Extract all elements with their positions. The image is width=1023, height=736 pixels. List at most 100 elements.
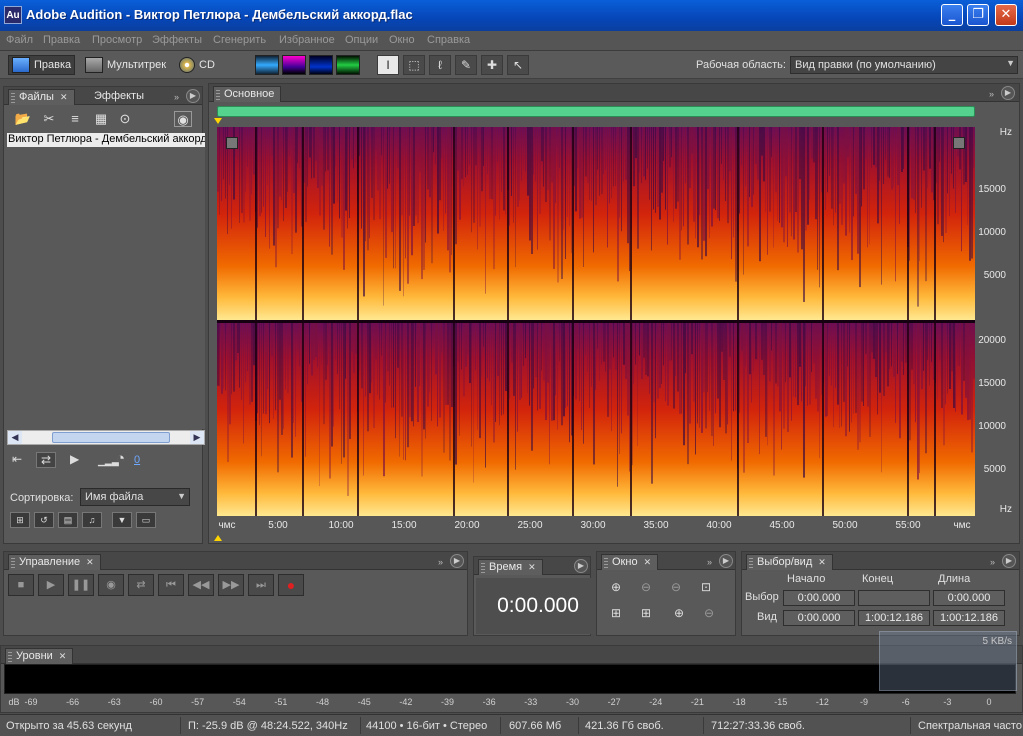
selection-start-field[interactable]: 0:00.000 <box>783 590 855 606</box>
play-button[interactable]: ▶ <box>38 574 64 596</box>
close-icon[interactable]: ✕ <box>644 557 652 567</box>
menu-generate[interactable]: Сгенерить <box>213 34 266 46</box>
menu-effects[interactable]: Эффекты <box>152 34 202 46</box>
tab-main[interactable]: Основное <box>213 86 282 102</box>
panel-menu-icon[interactable]: ▶ <box>574 559 588 573</box>
zoom-selection-icon[interactable]: ⊡ <box>695 577 717 597</box>
tab-zoom[interactable]: Окно ✕ <box>601 554 659 570</box>
cd-mode-button[interactable]: CD <box>176 55 218 75</box>
filter-cd-icon[interactable]: ▭ <box>136 512 156 528</box>
zoom-corner-right-icon[interactable] <box>953 137 965 149</box>
lasso-tool-icon[interactable]: ℓ <box>429 55 451 75</box>
panel-menu-icon[interactable]: ▶ <box>450 554 464 568</box>
filter-audio-icon[interactable]: ⊞ <box>10 512 30 528</box>
volume-value[interactable]: 0 <box>134 454 140 466</box>
stop-button[interactable]: ■ <box>8 574 34 596</box>
expand-icon[interactable]: » <box>989 89 994 99</box>
panel-menu-icon[interactable]: ▶ <box>1002 554 1016 568</box>
tab-files[interactable]: Файлы ✕ <box>8 89 75 105</box>
minimize-button[interactable]: _ <box>941 4 963 26</box>
repeat-icon[interactable]: ⇄ <box>36 452 57 468</box>
menu-edit[interactable]: Правка <box>43 34 80 46</box>
tab-effects[interactable]: Эффекты <box>84 89 150 105</box>
zoom-in-vertical-icon[interactable]: ⊕ <box>668 603 690 623</box>
panel-menu-icon[interactable]: ▶ <box>1001 86 1015 100</box>
filter-midi-icon[interactable]: ♫ <box>82 512 102 528</box>
zoom-out-full-icon[interactable]: ⊖ <box>665 577 687 597</box>
fast-forward-button[interactable]: ▶▶ <box>218 574 244 596</box>
scrub-tool-icon[interactable]: ↖ <box>507 55 529 75</box>
maximize-button[interactable]: ❐ <box>967 4 989 26</box>
marquee-tool-icon[interactable]: ⬚ <box>403 55 425 75</box>
loop-play-button[interactable]: ⇄ <box>128 574 154 596</box>
go-to-end-button[interactable]: ⏭ <box>248 574 274 596</box>
expand-icon[interactable]: » <box>174 92 179 102</box>
menu-view[interactable]: Просмотр <box>92 34 142 46</box>
view-end-field[interactable]: 1:00:12.186 <box>858 610 930 626</box>
close-icon[interactable]: ✕ <box>528 562 536 572</box>
filter-video-icon[interactable]: ▤ <box>58 512 78 528</box>
menu-window[interactable]: Окно <box>389 34 415 46</box>
panel-menu-icon[interactable]: ▶ <box>719 554 733 568</box>
selection-end-field[interactable] <box>858 590 930 606</box>
menu-file[interactable]: Файл <box>6 34 33 46</box>
scroll-left-icon[interactable]: ◀ <box>8 431 22 444</box>
healing-tool-icon[interactable]: ✚ <box>481 55 503 75</box>
playhead-marker-bottom[interactable] <box>214 535 222 541</box>
show-options-icon[interactable]: ◉ <box>174 111 192 127</box>
multitrack-mode-button[interactable]: Мультитрек <box>82 55 169 75</box>
filter-options-icon[interactable]: ▼ <box>112 512 132 528</box>
zoom-in-horizontal-icon[interactable]: ⊕ <box>605 577 627 597</box>
close-file-icon[interactable]: ✂ <box>40 111 58 127</box>
zoom-out-horizontal-icon[interactable]: ⊖ <box>635 577 657 597</box>
overview-bar[interactable] <box>217 106 975 117</box>
horizontal-scrollbar[interactable]: ◀ ▶ <box>7 430 205 445</box>
expand-icon[interactable]: » <box>990 557 995 567</box>
edit-mode-button[interactable]: Правка <box>8 55 76 75</box>
spectral-view-icon[interactable] <box>282 55 306 75</box>
play-icon[interactable]: ▶ <box>70 452 79 466</box>
workspace-select[interactable]: Вид правки (по умолчанию) ▼ <box>790 56 1018 74</box>
waveform-view-icon[interactable] <box>255 55 279 75</box>
expand-icon[interactable]: » <box>438 557 443 567</box>
zoom-left-edge-icon[interactable]: ⊞ <box>605 603 627 623</box>
record-button[interactable]: ● <box>278 574 304 596</box>
selection-length-field[interactable]: 0:00.000 <box>933 590 1005 606</box>
menu-favorites[interactable]: Избранное <box>279 34 335 46</box>
panel-menu-icon[interactable]: ▶ <box>186 89 200 103</box>
play-from-cursor-button[interactable]: ◉ <box>98 574 124 596</box>
close-icon[interactable]: ✕ <box>60 92 68 102</box>
tab-levels[interactable]: Уровни ✕ <box>5 648 74 664</box>
insert-multitrack-icon[interactable]: ≡ <box>66 111 84 127</box>
pause-button[interactable]: ❚❚ <box>68 574 94 596</box>
brush-tool-icon[interactable]: ✎ <box>455 55 477 75</box>
sort-select[interactable]: Имя файла ▼ <box>80 488 190 506</box>
close-button[interactable]: ✕ <box>995 4 1017 26</box>
close-icon[interactable]: ✕ <box>86 557 94 567</box>
rewind-button[interactable]: ◀◀ <box>188 574 214 596</box>
scroll-right-icon[interactable]: ▶ <box>190 431 204 444</box>
insert-cd-icon[interactable]: ▦ <box>92 111 110 127</box>
menu-options[interactable]: Опции <box>345 34 378 46</box>
spectral-display[interactable] <box>217 127 975 516</box>
playhead-marker-top[interactable] <box>214 118 222 124</box>
time-selection-tool-icon[interactable]: I <box>377 55 399 75</box>
close-icon[interactable]: ✕ <box>59 651 67 661</box>
spectral-phase-icon[interactable] <box>336 55 360 75</box>
filter-loop-icon[interactable]: ↺ <box>34 512 54 528</box>
loop-icon[interactable]: ⇤ <box>12 452 22 466</box>
view-length-field[interactable]: 1:00:12.186 <box>933 610 1005 626</box>
go-to-start-button[interactable]: ⏮ <box>158 574 184 596</box>
open-file-icon[interactable]: 📂 <box>14 111 32 127</box>
import-icon[interactable]: ⊙ <box>116 111 134 127</box>
tab-time[interactable]: Время ✕ <box>478 559 543 575</box>
list-item[interactable]: Виктор Петлюра - Дембельский аккорд.flac <box>7 133 205 147</box>
view-start-field[interactable]: 0:00.000 <box>783 610 855 626</box>
zoom-corner-left-icon[interactable] <box>226 137 238 149</box>
close-icon[interactable]: ✕ <box>818 557 826 567</box>
tab-selection-view[interactable]: Выбор/вид ✕ <box>746 554 833 570</box>
menu-help[interactable]: Справка <box>427 34 470 46</box>
zoom-out-vertical-icon[interactable]: ⊖ <box>698 603 720 623</box>
spectral-pan-icon[interactable] <box>309 55 333 75</box>
tab-transport[interactable]: Управление ✕ <box>8 554 101 570</box>
